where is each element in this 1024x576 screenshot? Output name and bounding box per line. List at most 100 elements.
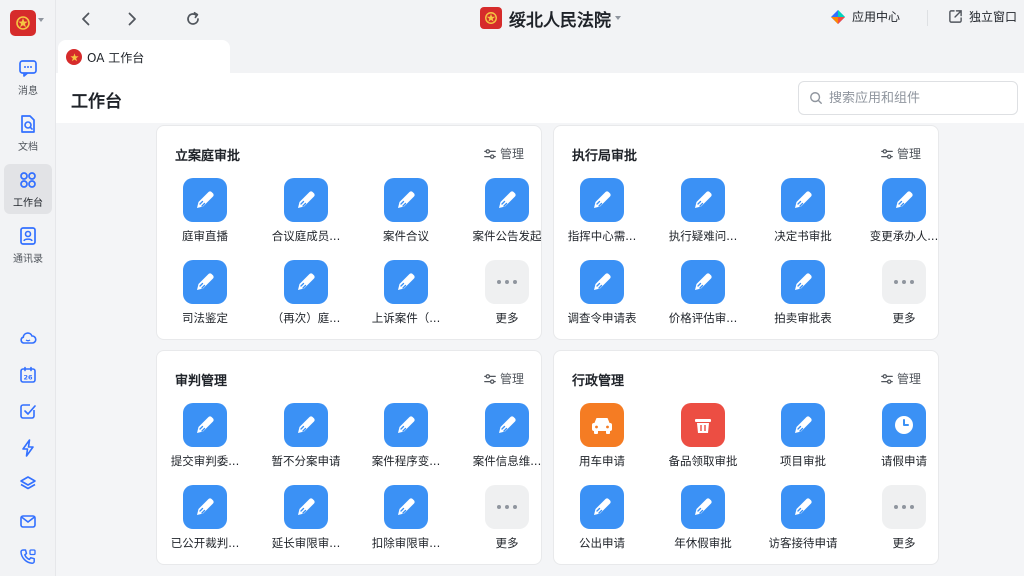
org-switcher[interactable]: 绥北人民法院 bbox=[480, 5, 621, 31]
approval-pen-icon bbox=[681, 178, 725, 222]
more-apps-button[interactable]: 更多 bbox=[856, 485, 952, 557]
app-center-label: 应用中心 bbox=[852, 10, 901, 24]
app-tile[interactable]: 案件合议 bbox=[358, 178, 454, 250]
calendar-button[interactable]: 26 bbox=[0, 357, 56, 394]
basket-icon bbox=[681, 403, 725, 447]
logo-dropdown-icon[interactable] bbox=[38, 18, 44, 22]
org-title: 绥北人民法院 bbox=[509, 10, 611, 31]
refresh-button[interactable] bbox=[181, 7, 205, 31]
quick-action-button[interactable] bbox=[0, 430, 56, 467]
app-tile[interactable]: 决定书审批 bbox=[755, 178, 851, 250]
mail-button[interactable] bbox=[0, 503, 56, 540]
forward-button[interactable] bbox=[120, 7, 144, 31]
app-tile[interactable]: 暂不分案申请 bbox=[258, 403, 354, 475]
app-tile[interactable]: 上诉案件（... bbox=[358, 260, 454, 332]
app-label: 案件合议 bbox=[383, 229, 429, 243]
app-tile[interactable]: 备品领取审批 bbox=[655, 403, 751, 475]
approval-pen-icon bbox=[781, 485, 825, 529]
task-check-icon bbox=[20, 404, 36, 420]
tab-oa-workbench[interactable]: OA 工作台 bbox=[58, 40, 230, 74]
standalone-window-button[interactable]: 独立窗口 bbox=[948, 8, 1017, 25]
tasks-button[interactable] bbox=[0, 393, 56, 430]
app-label: 提交审判委... bbox=[170, 454, 240, 468]
meeting-button[interactable] bbox=[0, 539, 56, 576]
manage-label: 管理 bbox=[896, 147, 921, 161]
app-tile[interactable]: 提交审判委... bbox=[157, 403, 253, 475]
court-emblem-logo[interactable] bbox=[10, 10, 36, 36]
app-tile[interactable]: 司法鉴定 bbox=[157, 260, 253, 332]
approval-pen-icon bbox=[580, 485, 624, 529]
title-bar: 绥北人民法院 应用中心 独立窗口 bbox=[56, 0, 1024, 38]
app-tile[interactable]: 庭审直播 bbox=[157, 178, 253, 250]
app-label: 庭审直播 bbox=[182, 229, 228, 243]
more-apps-button[interactable]: 更多 bbox=[459, 260, 555, 332]
more-apps-button[interactable]: 更多 bbox=[459, 485, 555, 557]
app-tile[interactable]: 案件信息维... bbox=[459, 403, 555, 475]
approval-pen-icon bbox=[580, 178, 624, 222]
nav-item-contacts[interactable]: 通讯录 bbox=[4, 220, 52, 270]
search-icon bbox=[810, 92, 822, 104]
manage-button[interactable]: 管理 bbox=[880, 370, 921, 387]
settings-sliders-icon bbox=[881, 148, 893, 159]
approval-pen-icon bbox=[580, 260, 624, 304]
app-tile[interactable]: 访客接待申请 bbox=[755, 485, 851, 557]
card-execution-approval: 执行局审批 管理 指挥中心需... 执行疑难问... 决定书审批 变更承办人... 调查令申… bbox=[553, 125, 939, 340]
approval-pen-icon bbox=[681, 485, 725, 529]
app-tile[interactable]: 项目审批 bbox=[755, 403, 851, 475]
search-box[interactable] bbox=[798, 81, 1018, 115]
app-center-button[interactable]: 应用中心 bbox=[830, 8, 900, 25]
app-label: 调查令申请表 bbox=[567, 311, 637, 325]
app-label: （再次）庭... bbox=[271, 311, 341, 325]
card-title: 立案庭审批 bbox=[175, 149, 241, 164]
app-tile[interactable]: 拍卖审批表 bbox=[755, 260, 851, 332]
approval-pen-icon bbox=[781, 403, 825, 447]
layers-icon bbox=[20, 476, 36, 490]
cloud-button[interactable] bbox=[0, 320, 56, 357]
app-label: 项目审批 bbox=[780, 454, 826, 468]
app-tile[interactable]: 扣除审限审... bbox=[358, 485, 454, 557]
app-tile[interactable]: 变更承办人... bbox=[856, 178, 952, 250]
app-tile[interactable]: 执行疑难问... bbox=[655, 178, 751, 250]
apps-layers-button[interactable] bbox=[0, 466, 56, 503]
app-tile[interactable]: 价格评估审... bbox=[655, 260, 751, 332]
search-input[interactable] bbox=[829, 90, 999, 106]
nav-item-workbench[interactable]: 工作台 bbox=[4, 164, 52, 214]
app-tile[interactable]: 案件程序变... bbox=[358, 403, 454, 475]
page-header: 工作台 bbox=[56, 73, 1024, 123]
back-button[interactable] bbox=[74, 7, 98, 31]
approval-pen-icon bbox=[882, 178, 926, 222]
app-tile[interactable]: 案件公告发起 bbox=[459, 178, 555, 250]
card-title: 行政管理 bbox=[572, 374, 625, 389]
app-tile[interactable]: （再次）庭... bbox=[258, 260, 354, 332]
nav-item-label: 文档 bbox=[18, 142, 38, 153]
app-label: 延长审限审... bbox=[271, 536, 341, 550]
settings-sliders-icon bbox=[881, 373, 893, 384]
rail-tools: 26 bbox=[0, 320, 56, 576]
nav-item-documents[interactable]: 文档 bbox=[4, 108, 52, 158]
app-tile[interactable]: 公出申请 bbox=[554, 485, 650, 557]
tab-label: OA 工作台 bbox=[87, 50, 145, 65]
manage-button[interactable]: 管理 bbox=[483, 370, 524, 387]
nav-item-label: 通讯录 bbox=[13, 254, 43, 265]
more-apps-button[interactable]: 更多 bbox=[856, 260, 952, 332]
manage-button[interactable]: 管理 bbox=[483, 145, 524, 162]
toolbar-divider bbox=[927, 10, 928, 26]
app-tile[interactable]: 用车申请 bbox=[554, 403, 650, 475]
app-tile[interactable]: 调查令申请表 bbox=[554, 260, 650, 332]
app-label: 案件公告发起 bbox=[472, 229, 542, 243]
app-tile[interactable]: 合议庭成员... bbox=[258, 178, 354, 250]
manage-button[interactable]: 管理 bbox=[880, 145, 921, 162]
app-label: 暂不分案申请 bbox=[271, 454, 341, 468]
approval-pen-icon bbox=[183, 485, 227, 529]
document-icon bbox=[21, 115, 35, 133]
app-tile[interactable]: 延长审限审... bbox=[258, 485, 354, 557]
app-label: 合议庭成员... bbox=[271, 229, 341, 243]
app-label: 司法鉴定 bbox=[182, 311, 228, 325]
app-tile[interactable]: 请假申请 bbox=[856, 403, 952, 475]
app-label: 执行疑难问... bbox=[668, 229, 738, 243]
nav-item-messages[interactable]: 消息 bbox=[4, 52, 52, 102]
app-tile[interactable]: 已公开裁判... bbox=[157, 485, 253, 557]
app-tile[interactable]: 年休假审批 bbox=[655, 485, 751, 557]
app-label: 已公开裁判... bbox=[170, 536, 240, 550]
app-tile[interactable]: 指挥中心需... bbox=[554, 178, 650, 250]
